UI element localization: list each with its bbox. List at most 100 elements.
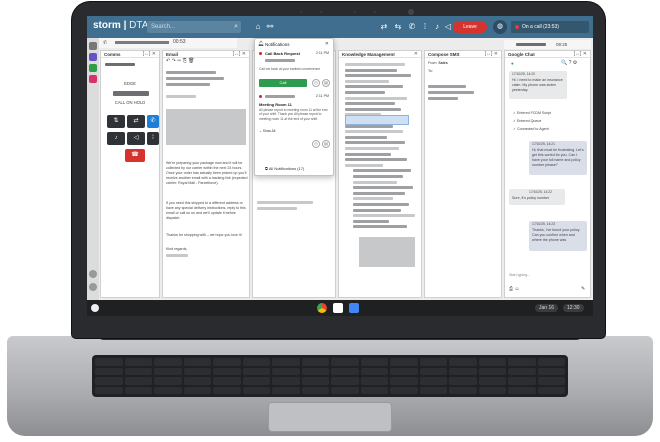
settings-icon[interactable]: [89, 283, 97, 291]
session-header: ✆ 00:53: [99, 38, 237, 48]
keyboard-key: [390, 358, 418, 366]
keyboard-key: [242, 367, 270, 375]
email-image: [166, 109, 246, 145]
keyboard-key: [478, 377, 506, 385]
redacted-text: [345, 158, 407, 162]
chat-toolbar[interactable]: 🔍 ? ⚙: [561, 61, 577, 66]
mic-icon[interactable]: ♪: [432, 21, 442, 32]
transfer-button[interactable]: ⇅: [107, 115, 125, 128]
send-icon[interactable]: ✎: [581, 287, 585, 292]
close-icon[interactable]: ✕: [414, 51, 418, 57]
redacted-text: [353, 214, 415, 218]
keyboard-key: [508, 358, 536, 366]
keyboard-key: [272, 377, 300, 385]
panel-title: Email: [166, 52, 179, 57]
avatar[interactable]: ◍: [493, 20, 507, 34]
chat-input[interactable]: Start typing...: [509, 273, 530, 278]
redacted-text: [345, 79, 389, 83]
chat-event: ✓ Entered FCDM Script: [513, 111, 552, 115]
search-input[interactable]: Search... ⌕: [147, 21, 241, 33]
user-icon[interactable]: [89, 42, 97, 50]
keypad-icon[interactable]: ⁞: [420, 21, 430, 32]
call-state: CALL ON HOLD: [114, 100, 146, 105]
volume-icon[interactable]: ◁: [443, 21, 453, 32]
keypad-button[interactable]: ⁞: [147, 132, 159, 145]
phone-icon[interactable]: ✆: [407, 21, 417, 32]
leave-button[interactable]: Leave: [453, 21, 487, 33]
notification-time: 2:11 PM: [315, 51, 329, 55]
close-icon[interactable]: [↔] ✕: [574, 51, 587, 57]
redacted-text: [345, 135, 387, 139]
home-icon[interactable]: ⌂: [253, 21, 263, 32]
keyboard-key: [213, 367, 241, 375]
gmail-icon[interactable]: [333, 303, 343, 313]
chat-channel-icon[interactable]: [89, 64, 97, 72]
email-signoff: Kind regards,: [166, 247, 188, 251]
keyboard-key: [124, 386, 152, 394]
keyboard-key: [154, 358, 182, 366]
launcher-icon[interactable]: [91, 304, 99, 312]
dismiss-icon[interactable]: ▤: [322, 140, 330, 148]
link-icon[interactable]: ⚯: [265, 21, 275, 32]
mute-button[interactable]: ♪: [107, 132, 125, 145]
hold-button[interactable]: ✆: [147, 115, 159, 128]
close-icon[interactable]: [↔] ✕: [485, 51, 498, 57]
attach-icon[interactable]: ⎙ ☺: [509, 287, 520, 292]
snooze-icon[interactable]: ◴: [312, 79, 320, 87]
keyboard-key: [390, 367, 418, 375]
files-icon[interactable]: [349, 303, 359, 313]
redacted-text: [353, 169, 411, 173]
keyboard-key: [154, 367, 182, 375]
highlighted-result[interactable]: [345, 115, 409, 125]
keyboard-key: [331, 358, 359, 366]
app-topbar: storm | DTA Search... ⌕ ⌂ ⚯ ⇄ ⇆ ✆ ⁞ ♪ ◁ L…: [87, 16, 593, 38]
volume-button[interactable]: ◁: [127, 132, 145, 145]
keyboard-key: [390, 377, 418, 385]
redacted-text: [345, 124, 393, 128]
panel-title: Google Chat: [508, 52, 535, 57]
sms-channel-icon[interactable]: [89, 75, 97, 83]
redacted-text: [345, 130, 403, 134]
call-status[interactable]: On a call (23:53): [511, 21, 589, 33]
keyboard-key: [213, 386, 241, 394]
hangup-button[interactable]: ☎: [125, 149, 145, 162]
left-rail: [87, 38, 99, 300]
snooze-icon[interactable]: ◴: [312, 140, 320, 148]
chrome-icon[interactable]: [317, 303, 327, 313]
from-field[interactable]: From: Sales: [428, 61, 448, 66]
show-all-link[interactable]: ⌄ Show All: [259, 129, 329, 133]
keyboard-key: [301, 358, 329, 366]
help-icon[interactable]: [89, 270, 97, 278]
keyboard-key: [95, 377, 123, 385]
keyboard-key: [242, 358, 270, 366]
phone-channel-icon[interactable]: [89, 53, 97, 61]
to-field[interactable]: To:: [428, 69, 433, 74]
email-paragraph: If you need this shipped to a different …: [166, 201, 246, 220]
date-indicator[interactable]: Jan 16: [535, 304, 559, 312]
call-button[interactable]: Call: [259, 79, 307, 87]
transfer-icon[interactable]: ⇄: [379, 21, 389, 32]
notifications-title: Notifications: [265, 42, 290, 47]
redacted-text: [345, 68, 397, 72]
all-notifications-link[interactable]: ⧉ All Notifications (17): [265, 166, 304, 171]
redacted-text: [345, 163, 383, 167]
keyboard-key: [154, 386, 182, 394]
dismiss-icon[interactable]: ▤: [322, 79, 330, 87]
close-icon[interactable]: [↔] ✕: [143, 51, 156, 57]
keyboard-key: [124, 358, 152, 366]
keyboard-key: [95, 367, 123, 375]
close-icon[interactable]: [↔] ✕: [233, 51, 246, 57]
keyboard-key: [508, 367, 536, 375]
keyboard-key: [537, 377, 565, 385]
clock[interactable]: 12:30: [563, 304, 584, 312]
keyboard-key: [213, 377, 241, 385]
keyboard-key: [478, 358, 506, 366]
keyboard: [92, 355, 568, 397]
swap-icon[interactable]: ⇆: [393, 21, 403, 32]
search-icon: ⌕: [234, 23, 238, 30]
keyboard-key: [272, 367, 300, 375]
swap-button[interactable]: ⇄: [127, 115, 145, 128]
email-toolbar[interactable]: ↶ ↷ ⇨ ⎘ 🗑: [166, 59, 194, 64]
keyboard-key: [331, 377, 359, 385]
close-icon[interactable]: ✕: [325, 41, 329, 47]
